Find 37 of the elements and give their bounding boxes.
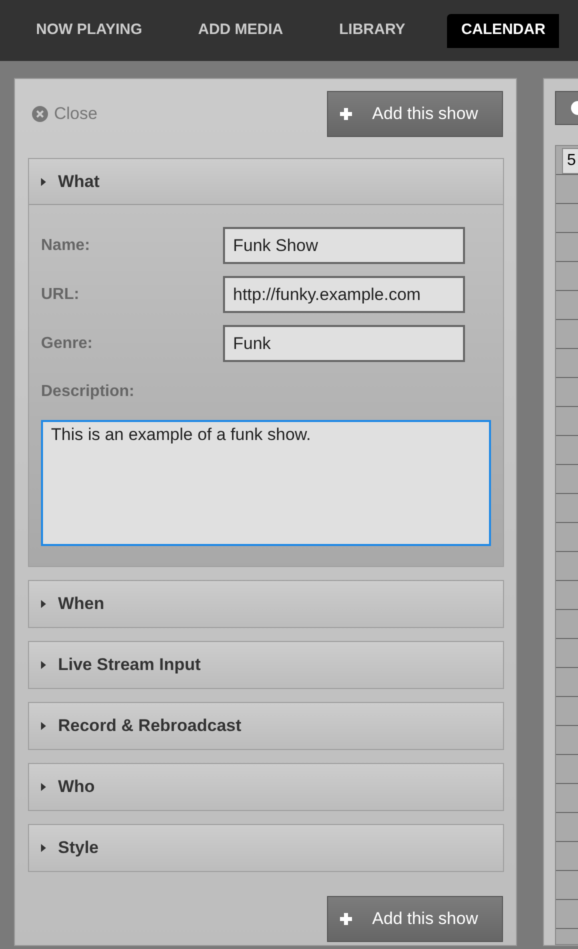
nav-tab[interactable]: LIBRARY bbox=[325, 14, 420, 48]
section-header[interactable]: When bbox=[29, 581, 503, 627]
plus-icon bbox=[340, 913, 352, 925]
field-label: Name: bbox=[41, 236, 91, 256]
caret-icon bbox=[41, 600, 46, 608]
section-title: Live Stream Input bbox=[58, 654, 201, 676]
text-field[interactable]: Funk Show bbox=[223, 227, 465, 264]
section-title: What bbox=[58, 170, 100, 193]
field-label: Genre: bbox=[41, 334, 94, 354]
field-label: Description: bbox=[41, 382, 136, 402]
section-header[interactable]: Who bbox=[29, 764, 503, 810]
section-header[interactable]: Live Stream Input bbox=[29, 642, 503, 688]
section-header[interactable]: Style bbox=[29, 825, 503, 871]
caret-icon bbox=[41, 783, 46, 791]
caret-icon bbox=[41, 178, 46, 186]
text-field[interactable]: Funk bbox=[223, 325, 465, 362]
section-title: Who bbox=[58, 776, 95, 798]
section-title: Style bbox=[58, 837, 99, 860]
section-header[interactable]: What bbox=[29, 159, 503, 205]
nav-tab[interactable]: NOW PLAYING bbox=[22, 14, 156, 48]
field-label: URL: bbox=[41, 284, 80, 304]
caret-icon bbox=[41, 844, 46, 852]
caret-icon bbox=[41, 722, 46, 730]
section-header[interactable]: Record & Rebroadcast bbox=[29, 703, 503, 749]
section-title: When bbox=[58, 593, 104, 616]
toolbar-button[interactable] bbox=[555, 91, 578, 125]
nav-tab[interactable]: CALENDAR bbox=[447, 14, 560, 48]
week-field[interactable]: 5 bbox=[562, 148, 578, 174]
add-show-button[interactable]: Add this show bbox=[327, 91, 503, 137]
text-field[interactable]: http://funky.example.com bbox=[223, 276, 465, 313]
section-title: Record & Rebroadcast bbox=[58, 715, 242, 738]
add-show-button[interactable]: Add this show bbox=[327, 896, 503, 942]
description-textarea[interactable]: This is an example of a funk show. bbox=[41, 420, 491, 546]
caret-icon bbox=[41, 661, 46, 669]
plus-icon bbox=[340, 108, 352, 120]
close-icon bbox=[32, 106, 48, 122]
nav-tab[interactable]: ADD MEDIA bbox=[184, 14, 298, 48]
